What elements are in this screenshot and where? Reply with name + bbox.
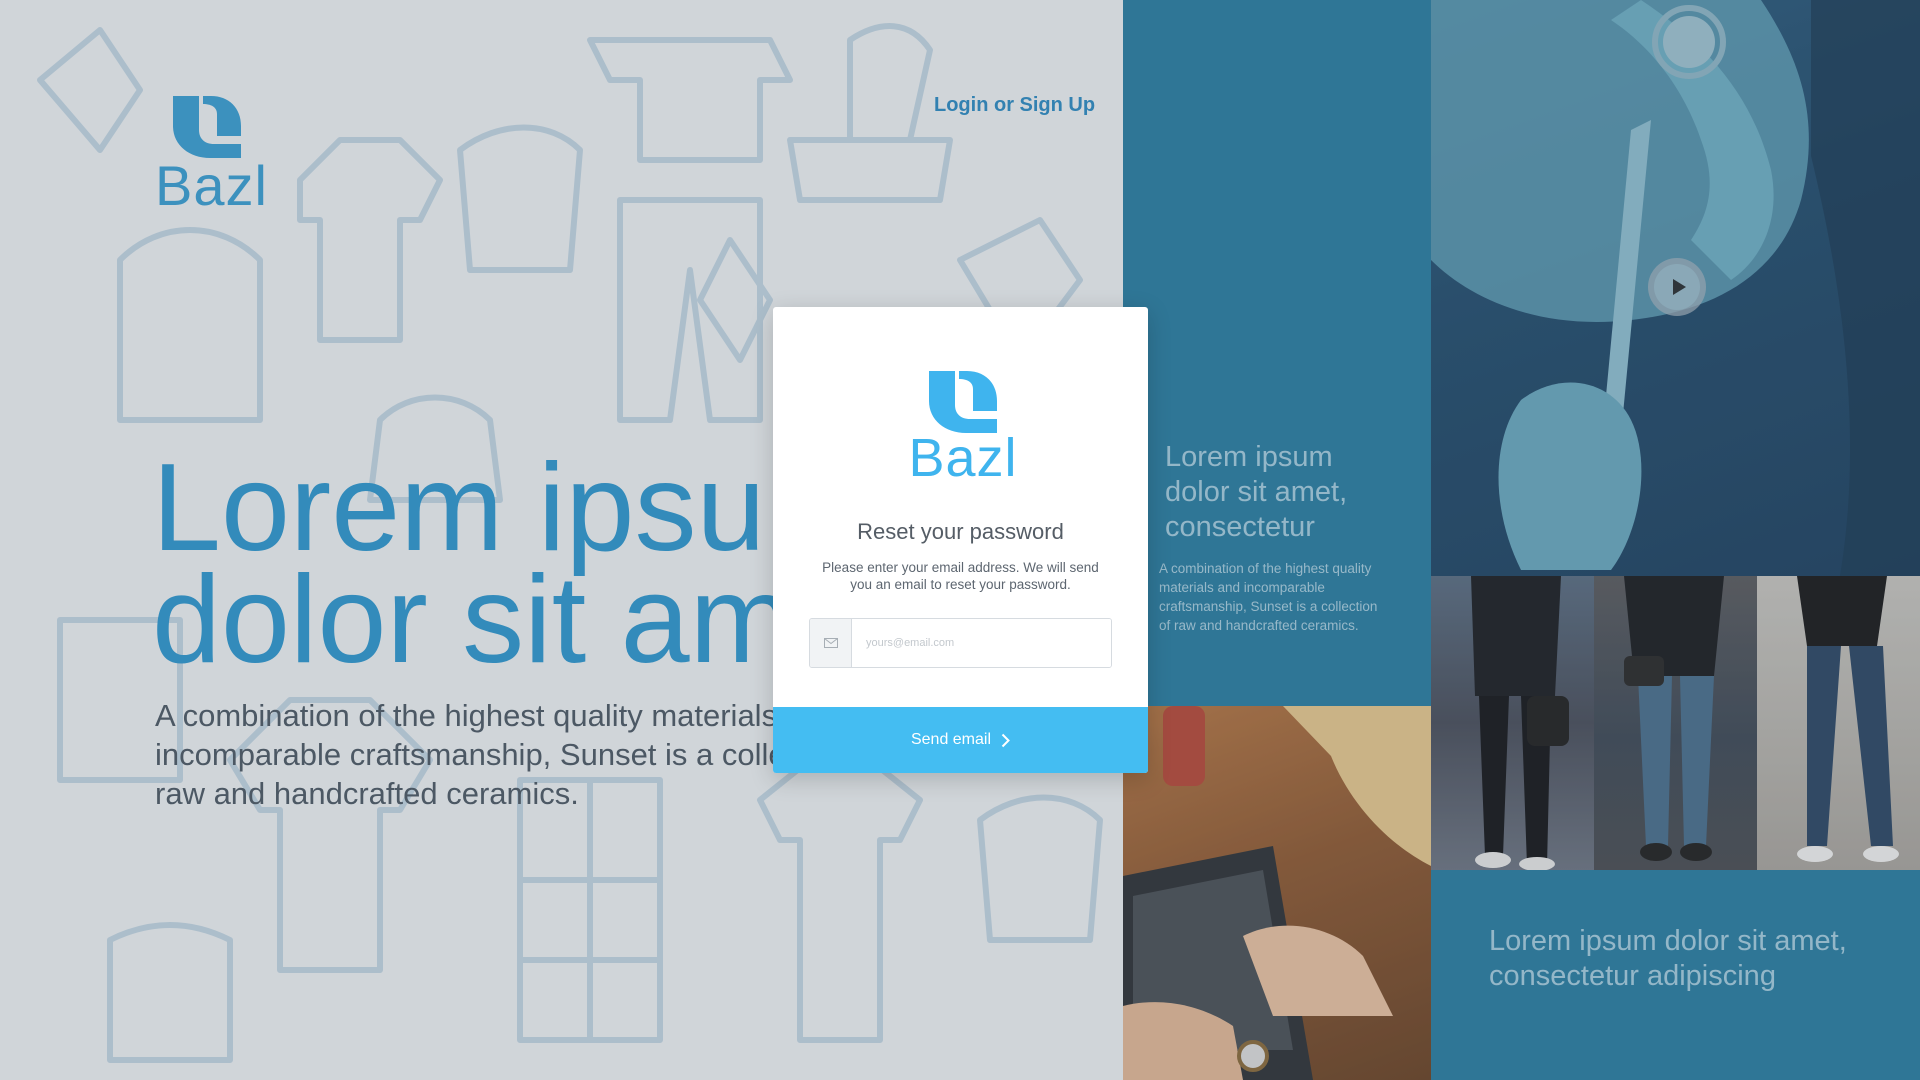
reset-password-modal: Bazl Reset your password Please enter yo… xyxy=(773,307,1148,773)
modal-brand-logo: Bazl xyxy=(908,367,1018,485)
modal-title: Reset your password xyxy=(857,519,1064,544)
send-email-button[interactable]: Send email xyxy=(773,707,1148,773)
email-field-icon-box xyxy=(810,619,852,667)
envelope-icon xyxy=(823,638,838,648)
chevron-right-icon xyxy=(1001,733,1010,747)
modal-description: Please enter your email address. We will… xyxy=(822,560,1099,592)
bazl-logo-icon xyxy=(929,371,997,433)
modal-brand-name: Bazl xyxy=(908,428,1018,488)
email-field[interactable] xyxy=(809,618,1112,668)
send-email-label: Send email xyxy=(910,731,992,748)
email-input[interactable] xyxy=(852,619,1111,667)
